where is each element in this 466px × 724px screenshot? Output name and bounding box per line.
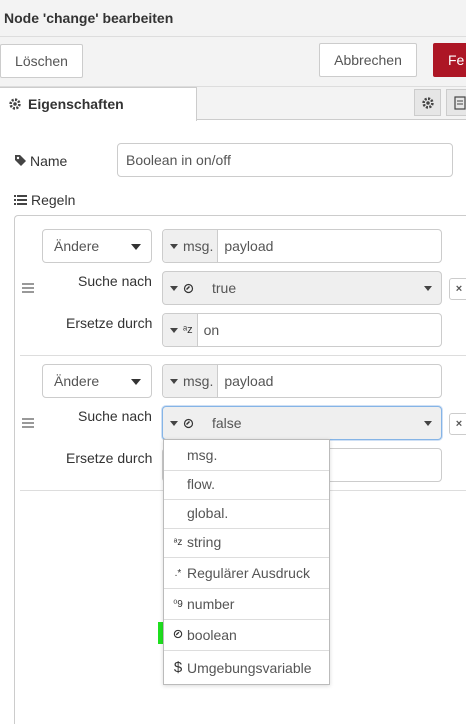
menu-item-env[interactable]: $ Umgebungsvariable	[164, 652, 329, 683]
caret-down-icon	[170, 243, 178, 249]
menu-item-number[interactable]: ⁰9 number	[164, 589, 329, 620]
chevron-down-icon	[131, 379, 141, 385]
boolean-icon	[183, 283, 194, 293]
rule-search-input[interactable]: true	[162, 271, 442, 305]
type-prefix: msg.	[183, 238, 214, 254]
caret-down-icon	[170, 285, 178, 291]
replace-value: on	[203, 322, 220, 338]
dialog-title: Node 'change' bearbeiten	[4, 10, 174, 26]
tag-icon	[15, 155, 26, 166]
target-value: payload	[224, 238, 274, 254]
chevron-down-icon	[424, 421, 432, 426]
rule-target-input[interactable]: msg. payload	[162, 364, 442, 398]
tab-bar: Eigenschaften	[0, 87, 466, 121]
search-label: Suche nach	[78, 408, 152, 424]
rule-action-value: Ändere	[54, 373, 100, 389]
menu-item-string[interactable]: ᵃz string	[164, 527, 329, 558]
caret-down-icon	[170, 378, 178, 384]
cancel-button[interactable]: Abbrechen	[319, 43, 417, 77]
menu-item-regex[interactable]: .* Regulärer Ausdruck	[164, 558, 329, 589]
menu-item-label: number	[187, 596, 235, 612]
menu-item-label: global.	[187, 505, 229, 521]
name-label: Name	[30, 153, 68, 169]
gear-icon	[421, 96, 434, 109]
number-icon: ⁰9	[173, 598, 183, 610]
menu-item-global[interactable]: global.	[164, 498, 329, 529]
rule-action-select[interactable]: Ändere	[42, 229, 152, 263]
type-selector[interactable]: ᵃz	[163, 314, 198, 346]
remove-rule-button[interactable]: ×	[449, 278, 466, 300]
drag-handle-icon[interactable]	[22, 283, 34, 295]
regex-icon: .*	[174, 567, 182, 579]
dialog-toolbar: Löschen Abbrechen Fe	[0, 37, 466, 87]
string-icon: ᵃz	[183, 324, 193, 336]
rule-action-select[interactable]: Ändere	[42, 364, 152, 398]
type-selector[interactable]	[163, 272, 198, 304]
menu-item-flow[interactable]: flow.	[164, 469, 329, 500]
boolean-icon	[183, 418, 194, 428]
rule-replace-input[interactable]: ᵃz on	[162, 313, 442, 347]
search-value: false	[212, 415, 242, 431]
menu-item-label: boolean	[187, 627, 237, 643]
dialog-header: Node 'change' bearbeiten	[0, 0, 466, 37]
rule-search-input[interactable]: false	[162, 406, 442, 440]
menu-item-label: msg.	[187, 447, 218, 463]
replace-label: Ersetze durch	[66, 450, 153, 466]
description-tab-button[interactable]	[446, 89, 466, 116]
menu-item-boolean[interactable]: boolean	[164, 620, 329, 651]
rule-action-value: Ändere	[54, 238, 100, 254]
gear-icon	[9, 98, 21, 110]
remove-rule-button[interactable]: ×	[449, 413, 466, 435]
chevron-down-icon	[131, 244, 141, 250]
search-label: Suche nach	[78, 273, 152, 289]
replace-label: Ersetze durch	[66, 315, 153, 331]
drag-handle-icon[interactable]	[22, 418, 34, 430]
rule-divider	[20, 355, 466, 356]
menu-item-msg[interactable]: msg.	[164, 440, 329, 471]
list-icon	[14, 195, 27, 205]
tab-properties[interactable]: Eigenschaften	[0, 87, 197, 121]
string-icon: ᵃz	[173, 536, 183, 548]
type-prefix: msg.	[183, 373, 214, 389]
settings-tab-button[interactable]	[414, 89, 441, 116]
chevron-down-icon	[424, 286, 432, 291]
type-dropdown-menu: msg. flow. global. ᵃz string .* Reguläre…	[163, 439, 330, 685]
menu-item-label: flow.	[187, 476, 216, 492]
type-selector[interactable]: msg.	[163, 230, 219, 262]
delete-button[interactable]: Löschen	[0, 44, 83, 78]
rules-label: Regeln	[31, 192, 76, 208]
tab-properties-label: Eigenschaften	[28, 96, 124, 112]
name-field[interactable]: Boolean in on/off	[117, 143, 453, 177]
menu-item-label: Umgebungsvariable	[187, 659, 312, 676]
target-value: payload	[224, 373, 274, 389]
search-value: true	[212, 280, 237, 296]
menu-item-label: string	[187, 534, 222, 550]
done-button[interactable]: Fe	[433, 43, 466, 77]
menu-item-label: Regulärer Ausdruck	[187, 565, 310, 581]
boolean-icon	[172, 629, 184, 642]
type-selector[interactable]: msg.	[163, 365, 219, 397]
caret-down-icon	[170, 327, 178, 333]
document-icon	[453, 95, 466, 110]
dollar-icon: $	[173, 659, 183, 676]
caret-down-icon	[170, 420, 178, 426]
type-selector[interactable]	[163, 407, 198, 439]
rule-target-input[interactable]: msg. payload	[162, 229, 442, 263]
